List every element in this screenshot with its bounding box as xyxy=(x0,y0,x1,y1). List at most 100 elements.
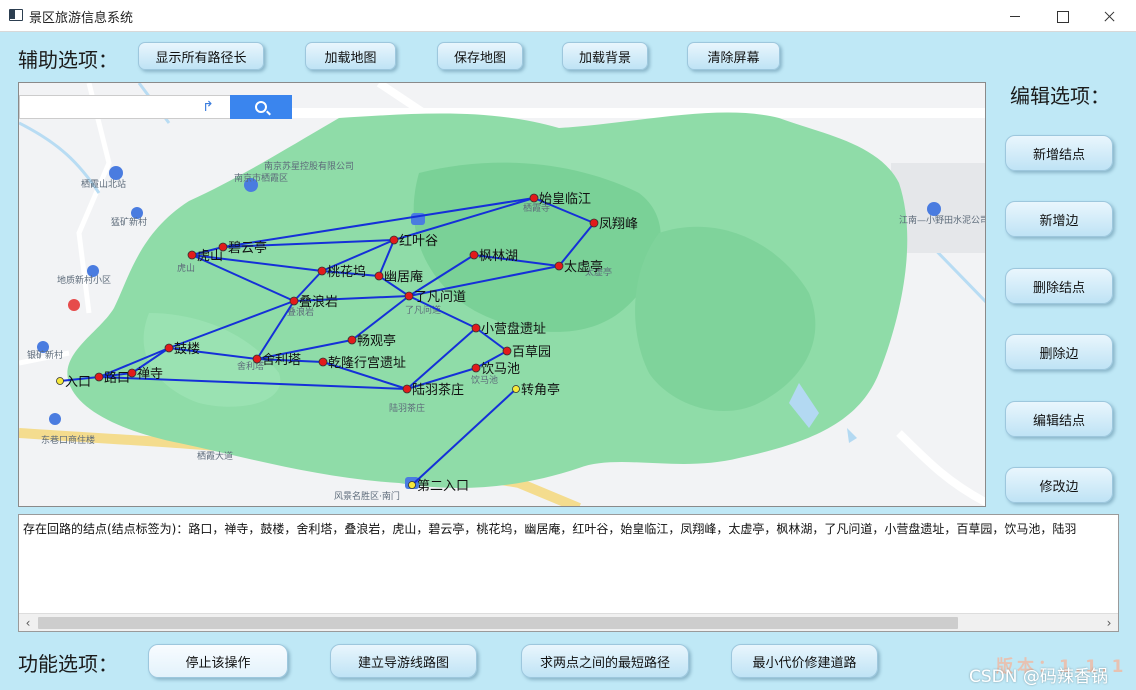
graph-node-label: 红叶谷 xyxy=(399,233,438,249)
graph-node-label: 百草园 xyxy=(512,345,551,360)
graph-node-label: 禅寺 xyxy=(137,367,163,382)
graph-node-lukou[interactable] xyxy=(94,372,104,382)
map-svg: 栖霞山北站 南京市栖霞区南京苏星控股有限公司猛矿新村地质新村小区银矿新村东巷口商住… xyxy=(19,83,986,506)
horizontal-scrollbar[interactable]: ‹ › xyxy=(19,613,1118,631)
graph-node-label: 碧云亭 xyxy=(228,240,267,256)
graph-node-dielangyan[interactable] xyxy=(289,296,299,306)
graph-node-baicaoyuan[interactable] xyxy=(502,346,512,356)
map-place-label: 猛矿新村 xyxy=(111,216,147,228)
map-background: 栖霞山北站 南京市栖霞区南京苏星控股有限公司猛矿新村地质新村小区银矿新村东巷口商住… xyxy=(19,83,986,506)
graph-node-label: 桃花坞 xyxy=(327,264,366,280)
map-search-button[interactable] xyxy=(230,95,292,119)
output-text: 存在回路的结点(结点标签为)：路口，禅寺，鼓楼，舍利塔，叠浪岩，虎山，碧云亭，桃… xyxy=(23,522,1077,536)
window-title: 景区旅游信息系统 xyxy=(29,11,134,26)
graph-node-gulou[interactable] xyxy=(164,343,174,353)
function-options-label: 功能选项： xyxy=(18,652,118,676)
stop-operation-button[interactable]: 停止该操作 xyxy=(148,644,288,678)
map-place-label: 风景名胜区·南门 xyxy=(334,490,400,502)
graph-node-taohuawu[interactable] xyxy=(317,266,327,276)
graph-node-label: 凤翔峰 xyxy=(599,217,638,232)
map-place-label: 栖霞大道 xyxy=(197,450,233,462)
close-icon[interactable] xyxy=(1086,0,1132,32)
title-bar: 景区旅游信息系统 xyxy=(0,0,1136,32)
graph-node-label: 路口 xyxy=(104,370,130,386)
graph-node-label: 饮马池 xyxy=(481,362,520,377)
map-place-label: 南京市栖霞区 xyxy=(234,172,288,184)
output-panel[interactable]: 存在回路的结点(结点标签为)：路口，禅寺，鼓楼，舍利塔，叠浪岩，虎山，碧云亭，桃… xyxy=(18,514,1119,632)
graph-node-label: 太虚亭 xyxy=(564,259,603,275)
graph-node-label: 枫林湖 xyxy=(479,249,518,264)
graph-node-label: 舍利塔 xyxy=(262,353,301,368)
graph-node-label: 乾隆行宫遗址 xyxy=(328,356,406,371)
graph-node-biyunting[interactable] xyxy=(218,242,228,252)
graph-node-yinmachi[interactable] xyxy=(471,363,481,373)
graph-node-label: 虎山 xyxy=(197,249,223,264)
aux-options-label: 辅助选项： xyxy=(18,48,118,72)
edit-node-button[interactable]: 编辑结点 xyxy=(1005,401,1113,437)
delete-edge-button[interactable]: 删除边 xyxy=(1005,334,1113,370)
clear-screen-button[interactable]: 清除屏幕 xyxy=(687,42,780,70)
add-edge-button[interactable]: 新增边 xyxy=(1005,201,1113,237)
graph-node-label: 入口 xyxy=(65,375,91,390)
graph-node-label: 始皇临江 xyxy=(539,192,591,207)
show-path-lengths-button[interactable]: 显示所有路径长 xyxy=(138,42,264,70)
graph-node-fenglinhu[interactable] xyxy=(469,250,479,260)
maximize-icon[interactable] xyxy=(1039,0,1085,32)
app-icon xyxy=(9,9,23,21)
graph-node-changguan[interactable] xyxy=(347,335,357,345)
map-canvas[interactable]: 栖霞山北站 南京市栖霞区 南京苏星控股有限公司猛矿新村地质新村小区银矿新村东巷口商住… xyxy=(18,82,986,507)
graph-node-label: 小营盘遗址 xyxy=(481,321,546,337)
map-place-label: 栖霞山北站 xyxy=(81,178,126,190)
shortest-path-button[interactable]: 求两点之间的最短路径 xyxy=(521,644,689,678)
map-place-label: 地质新村小区 xyxy=(57,274,111,286)
add-node-button[interactable]: 新增结点 xyxy=(1005,135,1113,171)
graph-node-label: 畅观亭 xyxy=(357,333,396,349)
csdn-watermark: CSDN @码辣香锅 xyxy=(969,667,1108,687)
graph-node-youjuan[interactable] xyxy=(374,271,384,281)
load-background-button[interactable]: 加载背景 xyxy=(562,42,648,70)
map-place-label: 陆羽茶庄 xyxy=(389,402,425,414)
minimize-icon[interactable] xyxy=(992,0,1038,32)
map-place-label: 东巷口商住楼 xyxy=(41,434,95,446)
graph-node-label: 第二入口 xyxy=(417,479,469,494)
graph-node-zhuanjiao[interactable] xyxy=(512,385,520,393)
main-window: 辅助选项： 显示所有路径长 加载地图 保存地图 加载背景 清除屏幕 栖霞山北站 … xyxy=(0,32,1136,690)
map-place-label: 江南—小野田水泥公司 xyxy=(899,214,986,226)
map-place-label: 了凡问道 xyxy=(405,304,441,316)
search-icon xyxy=(255,101,267,113)
graph-node-label: 转角亭 xyxy=(521,382,560,398)
save-map-button[interactable]: 保存地图 xyxy=(437,42,523,70)
delete-node-button[interactable]: 删除结点 xyxy=(1005,268,1113,304)
graph-node-hongyegu[interactable] xyxy=(389,235,399,245)
graph-node-label: 陆羽茶庄 xyxy=(412,382,464,398)
graph-node-luyu[interactable] xyxy=(402,384,412,394)
modify-edge-button[interactable]: 修改边 xyxy=(1005,467,1113,503)
graph-node-xiaoyingpan[interactable] xyxy=(471,323,481,333)
min-cost-road-button[interactable]: 最小代价修建道路 xyxy=(731,644,878,678)
graph-node-label: 叠浪岩 xyxy=(299,295,338,310)
load-map-button[interactable]: 加载地图 xyxy=(305,42,396,70)
graph-node-shihuang[interactable] xyxy=(529,193,539,203)
map-search-box[interactable]: ↱ xyxy=(19,95,292,119)
scroll-left-icon[interactable]: ‹ xyxy=(19,614,37,632)
map-place-label: 银矿新村 xyxy=(27,349,63,361)
edit-options-label: 编辑选项： xyxy=(1010,84,1110,108)
graph-node-dier[interactable] xyxy=(408,481,416,489)
graph-node-qianlong[interactable] xyxy=(318,357,328,367)
scroll-right-icon[interactable]: › xyxy=(1100,614,1118,632)
graph-node-chansi[interactable] xyxy=(127,368,137,378)
graph-node-fengxiang[interactable] xyxy=(589,218,599,228)
graph-node-rukou[interactable] xyxy=(56,377,64,385)
graph-node-label: 了凡问道 xyxy=(414,290,466,305)
map-place-label: 虎山 xyxy=(177,262,195,274)
map-place-label: 南京苏星控股有限公司 xyxy=(264,160,354,172)
graph-node-hushan[interactable] xyxy=(187,250,197,260)
graph-node-shelita[interactable] xyxy=(252,354,262,364)
scrollbar-thumb[interactable] xyxy=(38,617,958,629)
graph-node-label: 鼓楼 xyxy=(174,342,200,357)
graph-node-liaofan[interactable] xyxy=(404,291,414,301)
graph-node-taixuting[interactable] xyxy=(554,261,564,271)
route-icon[interactable]: ↱ xyxy=(188,96,228,118)
build-tour-route-button[interactable]: 建立导游线路图 xyxy=(330,644,477,678)
graph-node-label: 幽居庵 xyxy=(384,269,423,285)
